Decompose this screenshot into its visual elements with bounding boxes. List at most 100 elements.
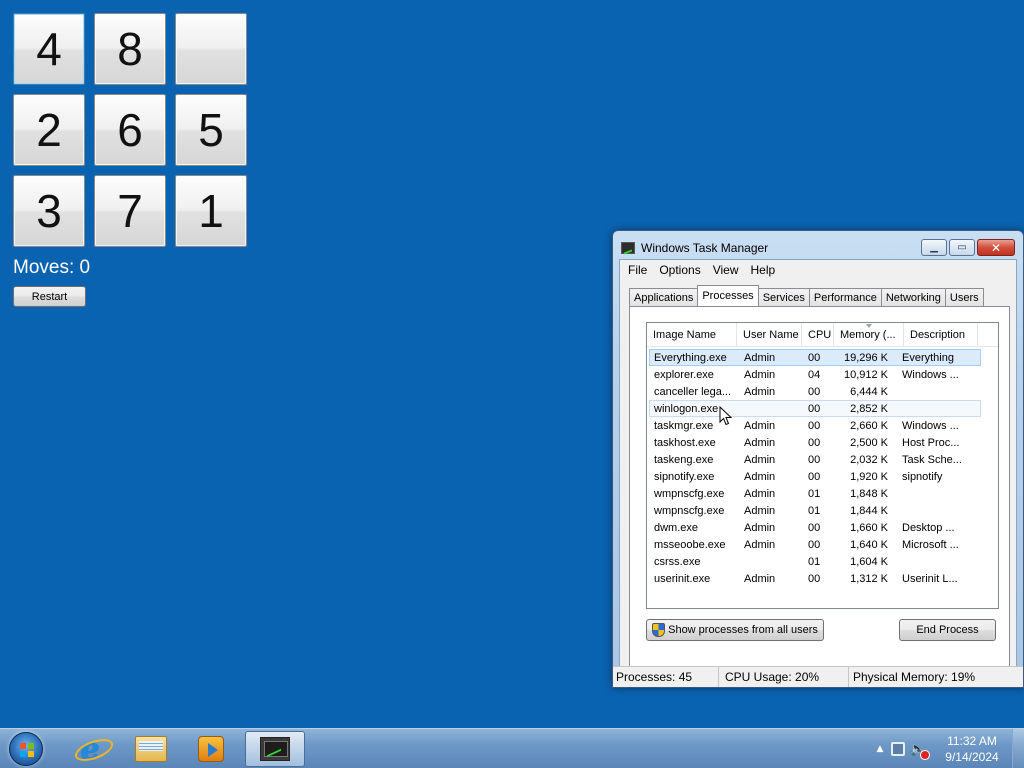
- puzzle-tile-empty[interactable]: [175, 13, 247, 85]
- cell-user-name: Admin: [744, 572, 776, 585]
- uac-shield-icon: [652, 623, 666, 637]
- cell-description: Everything: [902, 351, 954, 364]
- processes-panel: Image Name User Name CPU Memory (... Des…: [629, 306, 1010, 680]
- table-row[interactable]: wmpnscfg.exe Admin 01 1,848 K: [649, 485, 981, 502]
- cell-cpu: 00: [808, 538, 821, 551]
- show-all-processes-button[interactable]: Show processes from all users: [646, 619, 824, 641]
- menu-view[interactable]: View: [707, 263, 745, 277]
- column-header-user-name[interactable]: User Name: [737, 323, 802, 346]
- table-row[interactable]: taskmgr.exe Admin 00 2,660 K Windows ...: [649, 417, 981, 434]
- tab-performance[interactable]: Performance: [808, 288, 882, 306]
- tab-networking[interactable]: Networking: [880, 288, 946, 306]
- window-titlebar[interactable]: Windows Task Manager: [621, 239, 768, 257]
- maximize-button[interactable]: ▭: [949, 239, 975, 256]
- show-desktop-button[interactable]: [1012, 729, 1024, 768]
- tab-applications[interactable]: Applications: [629, 288, 699, 306]
- taskbar-media-player[interactable]: [183, 731, 239, 767]
- cell-memory: 6,444 K: [850, 385, 888, 398]
- menu-options[interactable]: Options: [653, 263, 706, 277]
- cell-user-name: Admin: [744, 470, 776, 483]
- cell-image-name: dwm.exe: [654, 521, 699, 534]
- list-header: Image Name User Name CPU Memory (... Des…: [647, 323, 998, 347]
- start-button[interactable]: [5, 731, 47, 767]
- table-row[interactable]: wmpnscfg.exe Admin 01 1,844 K: [649, 502, 981, 519]
- cell-memory: 1,920 K: [850, 470, 888, 483]
- show-hidden-icons-chevron-up-icon[interactable]: ▲: [872, 744, 888, 754]
- window-title: Windows Task Manager: [641, 241, 769, 255]
- table-row[interactable]: explorer.exe Admin 04 10,912 K Windows ...: [649, 366, 981, 383]
- table-row[interactable]: msseoobe.exe Admin 00 1,640 K Microsoft ...: [649, 536, 981, 553]
- menu-help[interactable]: Help: [745, 263, 782, 277]
- puzzle-tile[interactable]: 2: [13, 94, 85, 166]
- menu-bar: File Options View Help: [620, 260, 1016, 280]
- column-header-image-name[interactable]: Image Name: [647, 323, 737, 346]
- tray-network[interactable]: [888, 739, 908, 759]
- tab-services[interactable]: Services: [757, 288, 810, 306]
- cell-user-name: Admin: [744, 504, 776, 517]
- network-icon: [891, 742, 905, 756]
- restart-button[interactable]: Restart: [13, 286, 86, 307]
- taskbar-windows-explorer[interactable]: [123, 731, 179, 767]
- puzzle-tile[interactable]: 8: [94, 13, 166, 85]
- cell-image-name: taskhost.exe: [654, 436, 716, 449]
- cell-image-name: explorer.exe: [654, 368, 714, 381]
- cell-cpu: 00: [808, 453, 821, 466]
- puzzle-tile[interactable]: 7: [94, 175, 166, 247]
- sliding-puzzle-board: 4 8 2 6 5 3 7 1: [13, 13, 253, 253]
- clock-time: 11:32 AM: [947, 734, 997, 748]
- cell-cpu: 00: [808, 402, 821, 415]
- cell-description: Windows ...: [902, 419, 959, 432]
- cell-user-name: Admin: [744, 538, 776, 551]
- list-body: Everything.exe Admin 00 19,296 K Everything e…: [647, 349, 998, 587]
- tab-users[interactable]: Users: [944, 288, 984, 306]
- window-controls: ▁ ▭ ✕: [921, 239, 1015, 256]
- table-row[interactable]: taskhost.exe Admin 00 2,500 K Host Proc...: [649, 434, 981, 451]
- column-header-cpu[interactable]: CPU: [802, 323, 834, 346]
- minimize-icon: ▁: [930, 241, 938, 253]
- table-row[interactable]: Everything.exe Admin 00 19,296 K Everything: [649, 349, 981, 366]
- table-row[interactable]: winlogon.exe 00 2,852 K: [649, 400, 981, 417]
- cell-cpu: 00: [808, 419, 821, 432]
- puzzle-tile[interactable]: 4: [13, 13, 85, 85]
- table-row[interactable]: sipnotify.exe Admin 00 1,920 K sipnotify: [649, 468, 981, 485]
- windows-logo-icon: [9, 732, 43, 766]
- window-client-area: File Options View Help Applications Proc…: [619, 259, 1017, 683]
- status-bar: Processes: 45 CPU Usage: 20% Physical Me…: [613, 666, 1023, 687]
- cell-description: Userinit L...: [902, 572, 958, 585]
- puzzle-tile[interactable]: 5: [175, 94, 247, 166]
- minimize-button[interactable]: ▁: [921, 239, 947, 256]
- tray-volume[interactable]: 🔈: [908, 739, 930, 759]
- tab-processes[interactable]: Processes: [697, 285, 759, 306]
- end-process-button[interactable]: End Process: [899, 619, 996, 641]
- taskbar-internet-explorer[interactable]: e: [62, 731, 118, 767]
- cell-memory: 2,500 K: [850, 436, 888, 449]
- cell-user-name: Admin: [744, 521, 776, 534]
- column-header-memory[interactable]: Memory (...: [834, 323, 904, 346]
- status-processes: Processes: 45: [613, 667, 719, 687]
- table-row[interactable]: dwm.exe Admin 00 1,660 K Desktop ...: [649, 519, 981, 536]
- puzzle-tile[interactable]: 1: [175, 175, 247, 247]
- column-header-description[interactable]: Description: [904, 323, 978, 346]
- table-row[interactable]: canceller lega... Admin 00 6,444 K: [649, 383, 981, 400]
- cell-user-name: Admin: [744, 419, 776, 432]
- cell-image-name: canceller lega...: [654, 385, 732, 398]
- cell-image-name: Everything.exe: [654, 351, 727, 364]
- puzzle-tile[interactable]: 3: [13, 175, 85, 247]
- puzzle-tile[interactable]: 6: [94, 94, 166, 166]
- taskbar-clock[interactable]: 11:32 AM 9/14/2024: [942, 733, 1002, 765]
- status-physical-memory: Physical Memory: 19%: [853, 670, 976, 684]
- table-row[interactable]: csrss.exe 01 1,604 K: [649, 553, 981, 570]
- close-button[interactable]: ✕: [977, 239, 1015, 256]
- media-player-icon: [198, 736, 224, 762]
- table-row[interactable]: userinit.exe Admin 00 1,312 K Userinit L...: [649, 570, 981, 587]
- menu-file[interactable]: File: [622, 263, 653, 277]
- process-list[interactable]: Image Name User Name CPU Memory (... Des…: [646, 322, 999, 609]
- taskbar-task-manager[interactable]: [245, 731, 305, 767]
- cell-cpu: 00: [808, 572, 821, 585]
- cell-memory: 2,660 K: [850, 419, 888, 432]
- cell-cpu: 01: [808, 487, 821, 500]
- table-row[interactable]: taskeng.exe Admin 00 2,032 K Task Sche...: [649, 451, 981, 468]
- cell-image-name: taskeng.exe: [654, 453, 714, 466]
- cell-description: Windows ...: [902, 368, 959, 381]
- close-icon: ✕: [990, 240, 1002, 255]
